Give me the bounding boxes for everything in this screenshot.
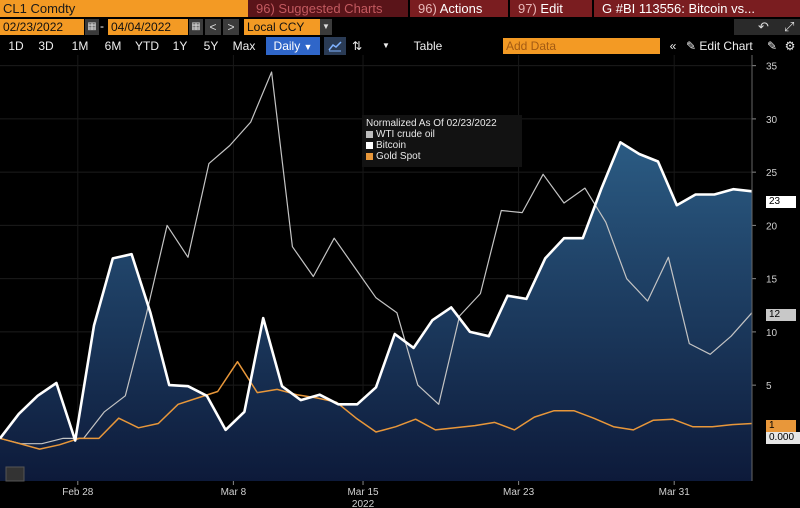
x-axis-year-label: 2022 [352,499,375,508]
suggested-charts-button[interactable]: 96) Suggested Charts [248,0,408,17]
period-1y-button[interactable]: 1Y [168,37,192,55]
chart-legend[interactable]: Normalized As Of 02/23/2022 WTI crude oi… [362,115,522,167]
period-3d-button[interactable]: 3D [34,37,58,55]
add-data-input[interactable]: Add Data [503,38,660,54]
security-ticker-field[interactable]: CL1 Comdty [0,0,248,17]
undo-icon[interactable]: ↶ [758,19,769,35]
legend-swatch [366,153,373,160]
expand-icon[interactable]: ⤢ [784,19,794,35]
edit-chart-label: Edit Chart [699,39,753,53]
chart-area[interactable]: 5 10 15 20 25 30 35 Feb 28 Mar 8 Mar 15 Mar 23 Mar … [0,55,800,508]
x-tick-label: Mar 8 [221,487,247,498]
period-ytd-button[interactable]: YTD [132,37,162,55]
edit-menu-button[interactable]: 97) Edit [510,0,592,17]
x-tick-label: Mar 15 [347,487,379,498]
end-calendar-icon[interactable]: ▦ [189,19,203,35]
y-tick-label: 5 [766,381,772,392]
compare-dropdown-icon[interactable]: ▼ [378,37,394,55]
date-range-row: 02/23/2022 ▦ - 04/04/2022 ▦ < > Local CC… [0,18,800,36]
y-tick-label: 25 [766,168,778,179]
start-calendar-icon[interactable]: ▦ [85,19,99,35]
compare-icon[interactable]: ⇅ [349,37,365,55]
period-max-button[interactable]: Max [229,37,259,55]
next-period-icon[interactable]: > [223,19,239,35]
frequency-dropdown-icon: ▼ [303,42,313,52]
legend-title: Normalized As Of 02/23/2022 [366,118,497,129]
x-tick-label: Mar 31 [659,487,691,498]
gold-last-value-tag: 1 [766,420,796,432]
currency-dropdown-icon[interactable]: ▼ [320,19,332,35]
pencil-icon: ✎ [686,39,697,53]
legend-item-gold[interactable]: Gold Spot [366,151,518,162]
y-tick-label: 15 [766,275,778,286]
y-tick-label: 30 [766,115,778,126]
period-5y-button[interactable]: 5Y [199,37,223,55]
x-tick-label: Mar 23 [503,487,535,498]
gear-icon[interactable]: ⚙ [782,37,798,55]
frequency-dropdown[interactable]: Daily ▼ [266,37,320,55]
frequency-label: Daily [273,39,301,53]
actions-menu-number: 96) [418,1,437,16]
date-dash: - [100,19,104,33]
mini-chart-icon [5,466,25,482]
collapse-icon[interactable]: « [664,37,682,55]
period-1d-button[interactable]: 1D [4,37,28,55]
legend-swatch [366,142,373,149]
chart-toolbar: 1D 3D 1M 6M YTD 1Y 5Y Max Daily ▼ ⇅ ▼ Ta… [0,37,800,55]
table-button[interactable]: Table [408,37,448,55]
legend-label: Gold Spot [376,151,421,162]
y-tick-label: 20 [766,221,778,232]
actions-menu-label: Actions [439,1,483,16]
period-6m-button[interactable]: 6M [99,37,127,55]
legend-item-bitcoin[interactable]: Bitcoin [366,140,518,151]
y-tick-label: 10 [766,328,778,339]
zero-line-tag: 0.000 [766,432,800,444]
y-tick-label: 35 [766,62,778,73]
x-tick-label: Feb 28 [62,487,94,498]
chart-template-label: G #BI 113556: Bitcoin vs... [602,1,755,16]
legend-swatch [366,131,373,138]
draw-icon[interactable]: ✎ [764,37,780,55]
period-1m-button[interactable]: 1M [66,37,94,55]
line-chart-icon[interactable] [324,37,346,55]
bitcoin-area [0,142,752,482]
currency-field[interactable]: Local CCY [244,19,320,35]
end-date-field[interactable]: 04/04/2022 [108,19,188,35]
start-date-field[interactable]: 02/23/2022 [0,19,84,35]
legend-item-wti[interactable]: WTI crude oil [366,129,518,140]
command-bar: CL1 Comdty 96) Suggested Charts 96) Acti… [0,0,800,17]
previous-period-icon[interactable]: < [205,19,221,35]
legend-label: WTI crude oil [376,129,435,140]
edit-menu-label: Edit [540,1,563,16]
legend-label: Bitcoin [376,140,407,151]
actions-menu-button[interactable]: 96) Actions [410,0,508,17]
bitcoin-area-fill [0,142,752,482]
bitcoin-last-value-tag: 23 [766,196,796,208]
chart-template-button[interactable]: G #BI 113556: Bitcoin vs... [594,0,800,17]
edit-chart-button[interactable]: ✎ Edit Chart [686,37,760,55]
edit-menu-number: 97) [518,1,537,16]
wti-last-value-tag: 12 [766,309,796,321]
history-controls: ↶ ⤢ [734,19,800,35]
